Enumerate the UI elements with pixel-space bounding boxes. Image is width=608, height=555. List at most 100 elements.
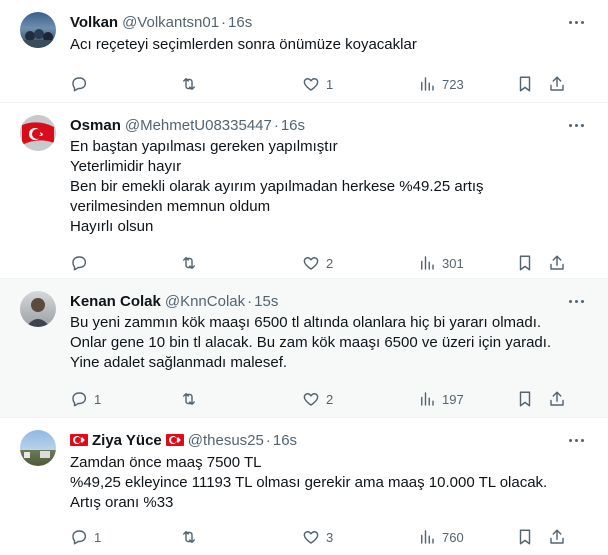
bookmark-button[interactable] xyxy=(516,389,534,409)
separator-dot: · xyxy=(247,292,253,310)
heart-icon xyxy=(303,393,319,406)
reply-button[interactable]: 1 xyxy=(70,527,101,547)
user-handle[interactable]: @Volkantsn01 xyxy=(122,14,219,31)
avatar[interactable] xyxy=(20,115,56,151)
retweet-button[interactable] xyxy=(180,527,204,547)
like-count: 2 xyxy=(326,255,334,271)
reply-icon xyxy=(72,77,87,92)
tweet-text: Bu yeni zammın kök maaşı 6500 tl altında… xyxy=(70,313,592,373)
tweet-header: Volkan @Volkantsn01 · 16s xyxy=(70,12,592,32)
tweet-text-line: Bu yeni zammın kök maaşı 6500 tl altında… xyxy=(70,314,542,331)
retweet-icon xyxy=(183,257,195,269)
like-count: 3 xyxy=(326,529,334,545)
tweet-actions: 1 723 xyxy=(70,64,592,104)
share-icon xyxy=(550,255,564,270)
reply-button[interactable]: 1 xyxy=(70,389,101,409)
reply-button[interactable] xyxy=(70,253,94,273)
tweet-text: Zamdan önce maaş 7500 TL %49,25 ekleyinc… xyxy=(70,453,592,513)
tweet[interactable]: Osman @MehmetU08335447 · 16s En baştan y… xyxy=(0,103,608,279)
timestamp[interactable]: 16s xyxy=(228,14,252,31)
separator-dot: · xyxy=(221,13,227,31)
heart-icon xyxy=(303,78,319,91)
reply-icon xyxy=(72,392,87,407)
tweet-text-line: En baştan yapılması gereken yapılmıştır xyxy=(70,138,338,155)
view-count: 301 xyxy=(442,255,464,271)
turkey-flag-icon xyxy=(70,434,88,446)
display-name[interactable]: Kenan Colak xyxy=(70,293,161,310)
bookmark-icon xyxy=(519,529,531,545)
bookmark-button[interactable] xyxy=(516,74,534,94)
heart-icon xyxy=(303,531,319,544)
reply-icon xyxy=(72,256,87,271)
share-icon xyxy=(550,529,564,544)
share-button[interactable] xyxy=(548,253,566,273)
retweet-icon xyxy=(183,393,195,405)
avatar-image xyxy=(20,29,56,48)
user-handle[interactable]: @KnnColak xyxy=(165,293,245,310)
like-button[interactable]: 1 xyxy=(302,74,333,94)
tweet-text-line: Yeterlimidir hayır xyxy=(70,158,182,175)
bookmark-button[interactable] xyxy=(516,527,534,547)
timestamp[interactable]: 16s xyxy=(281,117,305,134)
avatar[interactable] xyxy=(20,291,56,327)
display-name[interactable]: Ziya Yüce xyxy=(92,432,162,449)
bookmark-icon xyxy=(519,76,531,92)
user-handle[interactable]: @thesus25 xyxy=(188,432,264,449)
retweet-icon xyxy=(183,531,195,543)
view-count: 723 xyxy=(442,76,464,92)
tweet-text-line: Acı reçeteyi seçimlerden sonra önümüze k… xyxy=(70,36,417,53)
more-options-button[interactable] xyxy=(566,293,586,309)
share-button[interactable] xyxy=(548,389,566,409)
tweet[interactable]: Volkan @Volkantsn01 · 16s Acı reçeteyi s… xyxy=(0,0,608,103)
views-button[interactable]: 301 xyxy=(418,253,464,273)
views-chart-icon xyxy=(421,392,434,406)
tweet[interactable]: Ziya Yüce @thesus25 · 16s Zamdan önce ma… xyxy=(0,418,608,555)
tweet-actions: 1 2 197 xyxy=(70,379,592,419)
display-name[interactable]: Osman xyxy=(70,117,121,134)
display-name[interactable]: Volkan xyxy=(70,14,118,31)
view-count: 197 xyxy=(442,391,464,407)
like-button[interactable]: 2 xyxy=(302,389,333,409)
views-button[interactable]: 197 xyxy=(418,389,464,409)
avatar-image xyxy=(24,451,50,458)
timestamp[interactable]: 15s xyxy=(254,293,278,310)
like-count: 1 xyxy=(326,76,334,92)
views-button[interactable]: 723 xyxy=(418,74,464,94)
tweet-text-line: Artış oranı %33 xyxy=(70,494,174,511)
more-options-button[interactable] xyxy=(566,432,586,448)
views-button[interactable]: 760 xyxy=(418,527,464,547)
reply-count: 1 xyxy=(94,529,102,545)
tweet-text: En baştan yapılması gereken yapılmıştır … xyxy=(70,137,592,237)
avatar[interactable] xyxy=(20,430,56,466)
user-handle[interactable]: @MehmetU08335447 xyxy=(125,117,272,134)
reply-button[interactable] xyxy=(70,74,94,94)
separator-dot: · xyxy=(273,116,279,134)
separator-dot: · xyxy=(265,431,271,449)
retweet-button[interactable] xyxy=(180,389,204,409)
turkey-flag-icon xyxy=(165,434,184,446)
tweet-feed: Volkan @Volkantsn01 · 16s Acı reçeteyi s… xyxy=(0,0,608,555)
reply-count: 1 xyxy=(94,391,102,407)
timestamp[interactable]: 16s xyxy=(273,432,297,449)
like-button[interactable]: 3 xyxy=(302,527,333,547)
tweet-actions: 1 3 760 xyxy=(70,517,592,555)
avatar-image xyxy=(26,298,50,327)
tweet[interactable]: Kenan Colak @KnnColak · 15s Bu yeni zamm… xyxy=(0,279,608,418)
like-button[interactable]: 2 xyxy=(302,253,333,273)
bookmark-button[interactable] xyxy=(516,253,534,273)
share-button[interactable] xyxy=(548,527,566,547)
share-button[interactable] xyxy=(548,74,566,94)
tweet-header: Kenan Colak @KnnColak · 15s xyxy=(70,291,592,311)
avatar-image xyxy=(22,122,54,145)
views-chart-icon xyxy=(421,256,434,270)
heart-icon xyxy=(303,257,319,270)
bookmark-icon xyxy=(519,391,531,407)
retweet-icon xyxy=(183,78,195,90)
more-options-button[interactable] xyxy=(566,117,586,133)
tweet-actions: 2 301 xyxy=(70,243,592,283)
avatar[interactable] xyxy=(20,12,56,48)
retweet-button[interactable] xyxy=(180,74,204,94)
tweet-text-line: verilmesinden memnun oldum xyxy=(70,198,271,215)
more-options-button[interactable] xyxy=(566,14,586,30)
retweet-button[interactable] xyxy=(180,253,204,273)
